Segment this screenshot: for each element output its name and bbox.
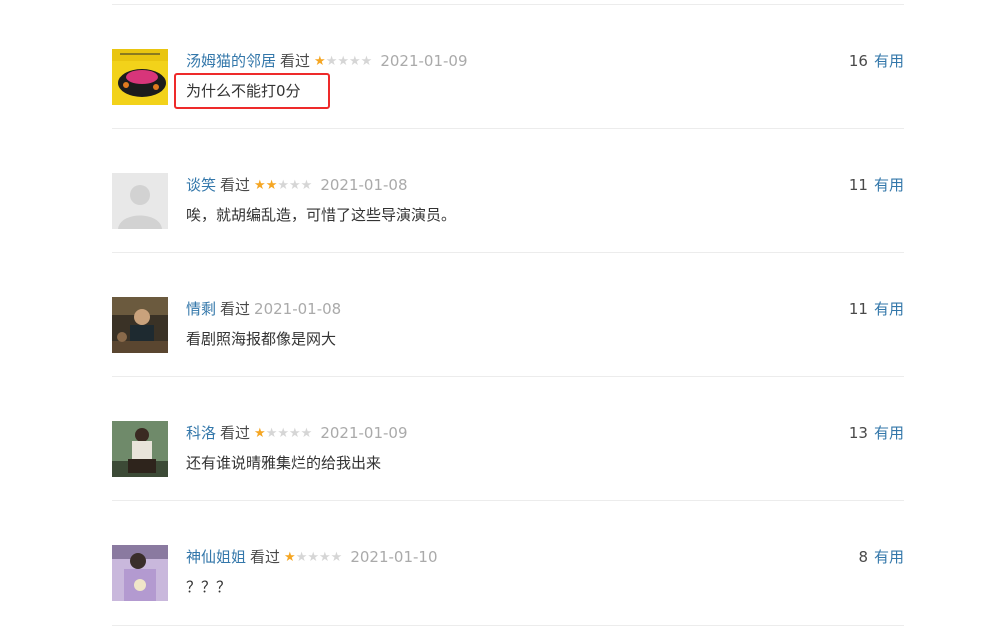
watch-status: 看过 — [220, 176, 251, 194]
useful-button[interactable]: 有用 — [874, 424, 904, 442]
comment-item: 谈笑 看过 ★★★★★ 2021-01-08 11 有用 唉，就胡编乱造，可惜了这些导演… — [112, 129, 904, 253]
useful-button[interactable]: 有用 — [874, 300, 904, 318]
comment-text: ？？？ — [186, 578, 232, 596]
user-avatar[interactable] — [112, 49, 168, 105]
vote-count: 8 — [858, 548, 868, 566]
comment-meta: 神仙姐姐 看过 ★★★★★ 2021-01-10 — [186, 546, 438, 568]
comment-meta: 科洛 看过 ★★★★★ 2021-01-09 — [186, 422, 408, 444]
watch-status: 看过 — [250, 548, 281, 566]
star-icon: ★ — [360, 54, 373, 69]
star-icon: ★ — [319, 550, 331, 565]
comment-date: 2021-01-08 — [320, 176, 408, 194]
user-avatar[interactable] — [112, 297, 168, 353]
default-user-icon — [112, 173, 168, 229]
comment-item: 科洛 看过 ★★★★★ 2021-01-09 13 有用 还有谁说晴雅集烂的给我出来 — [112, 377, 904, 501]
comment-date: 2021-01-08 — [254, 300, 342, 318]
star-icon: ★ — [289, 426, 301, 441]
watch-status: 看过 — [280, 52, 311, 70]
star-icon: ★ — [254, 178, 266, 193]
comment-text: 看剧照海报都像是网大 — [186, 330, 337, 348]
star-icon: ★ — [300, 426, 313, 441]
comment-text: 唉，就胡编乱造，可惜了这些导演演员。 — [186, 206, 457, 224]
comment-date: 2021-01-10 — [350, 548, 438, 566]
user-avatar[interactable] — [112, 421, 168, 477]
star-icon: ★ — [337, 54, 349, 69]
rating-stars: ★★★★★ — [254, 423, 312, 445]
useful-button[interactable]: 有用 — [874, 52, 904, 70]
avatar-image — [112, 545, 168, 601]
watch-status: 看过 — [220, 300, 251, 318]
username-link[interactable]: 神仙姐姐 — [186, 548, 246, 566]
vote-area: 13 有用 — [849, 422, 904, 444]
username-link[interactable]: 谈笑 — [186, 176, 216, 194]
comment-meta: 谈笑 看过 ★★★★★ 2021-01-08 — [186, 174, 408, 196]
star-icon: ★ — [277, 178, 289, 193]
comment-item: 情剩 看过 2021-01-08 11 有用 看剧照海报都像是网大 — [112, 253, 904, 377]
star-icon: ★ — [330, 550, 343, 565]
user-avatar[interactable] — [112, 545, 168, 601]
rating-stars: ★★★★★ — [314, 51, 372, 73]
star-icon: ★ — [277, 426, 289, 441]
star-icon: ★ — [289, 178, 301, 193]
comment-date: 2021-01-09 — [380, 52, 468, 70]
vote-count: 11 — [848, 176, 868, 194]
useful-button[interactable]: 有用 — [874, 176, 904, 194]
highlight-box — [174, 73, 330, 109]
star-icon: ★ — [300, 178, 313, 193]
star-icon: ★ — [295, 550, 308, 565]
user-avatar[interactable] — [112, 173, 168, 229]
comment-item: 汤姆猫的邻居 看过 ★★★★★ 2021-01-09 16 有用 为什么不能打0分 — [112, 5, 904, 129]
separator — [112, 625, 904, 626]
star-icon: ★ — [349, 54, 361, 69]
comment-meta: 汤姆猫的邻居 看过 ★★★★★ 2021-01-09 — [186, 50, 468, 72]
username-link[interactable]: 情剩 — [186, 300, 216, 318]
rating-stars: ★★★★★ — [254, 175, 312, 197]
vote-count: 16 — [848, 52, 868, 70]
watch-status: 看过 — [220, 424, 251, 442]
vote-area: 11 有用 — [849, 174, 904, 196]
vote-area: 11 有用 — [849, 298, 904, 320]
avatar-image — [112, 421, 168, 477]
star-icon: ★ — [314, 54, 326, 69]
vote-area: 16 有用 — [849, 50, 904, 72]
avatar-image — [112, 49, 168, 105]
rating-stars: ★★★★★ — [284, 547, 342, 569]
comment-meta: 情剩 看过 2021-01-08 — [186, 298, 341, 320]
useful-button[interactable]: 有用 — [874, 548, 904, 566]
comment-date: 2021-01-09 — [320, 424, 408, 442]
avatar-image — [112, 297, 168, 353]
username-link[interactable]: 科洛 — [186, 424, 216, 442]
star-icon: ★ — [284, 550, 296, 565]
comment-item: 神仙姐姐 看过 ★★★★★ 2021-01-10 8 有用 ？？？ — [112, 501, 904, 625]
username-link[interactable]: 汤姆猫的邻居 — [186, 52, 276, 70]
star-icon: ★ — [265, 178, 278, 193]
star-icon: ★ — [307, 550, 319, 565]
vote-count: 13 — [848, 424, 868, 442]
star-icon: ★ — [254, 426, 266, 441]
star-icon: ★ — [265, 426, 278, 441]
vote-count: 11 — [848, 300, 868, 318]
comment-text: 还有谁说晴雅集烂的给我出来 — [186, 454, 382, 472]
star-icon: ★ — [325, 54, 338, 69]
vote-area: 8 有用 — [858, 546, 904, 568]
